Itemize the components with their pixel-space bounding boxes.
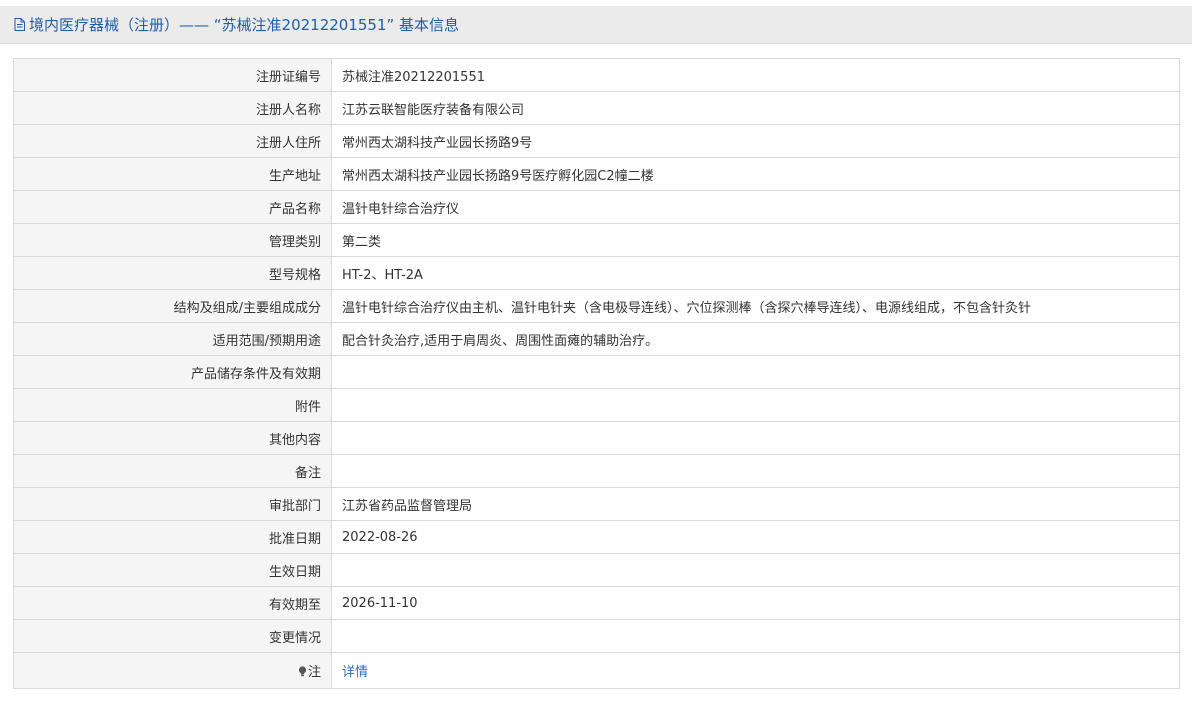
table-row: 变更情况 (13, 619, 1180, 653)
row-label: 变更情况 (13, 619, 332, 653)
row-value: 2022-08-26 (331, 520, 1180, 554)
note-label: 注 (307, 665, 321, 680)
row-label: 产品储存条件及有效期 (13, 355, 332, 389)
row-label: 批准日期 (13, 520, 332, 554)
info-table-container: 注册证编号 苏械注准20212201551 注册人名称 江苏云联智能医疗装备有限公司… (13, 58, 1180, 707)
note-row: 注 详情 (13, 652, 1180, 689)
details-link[interactable]: 详情 (342, 665, 368, 680)
table-row: 型号规格 HT-2、HT-2A (13, 256, 1180, 290)
row-value (331, 388, 1180, 422)
row-label: 附件 (13, 388, 332, 422)
row-label: 型号规格 (13, 256, 332, 290)
row-label: 注册人名称 (13, 91, 332, 125)
row-value: 温针电针综合治疗仪 (331, 190, 1180, 224)
row-value (331, 454, 1180, 488)
table-row: 管理类别 第二类 (13, 223, 1180, 257)
row-value (331, 355, 1180, 389)
row-label: 审批部门 (13, 487, 332, 521)
row-value: 配合针灸治疗,适用于肩周炎、周围性面瘫的辅助治疗。 (331, 322, 1180, 356)
row-label: 备注 (13, 454, 332, 488)
row-value: HT-2、HT-2A (331, 256, 1180, 290)
row-value: 苏械注准20212201551 (331, 58, 1180, 92)
table-row: 注册证编号 苏械注准20212201551 (13, 58, 1180, 92)
row-value: 常州西太湖科技产业园长扬路9号 (331, 124, 1180, 158)
note-label-cell: 注 (13, 652, 332, 689)
row-value (331, 553, 1180, 587)
row-label: 产品名称 (13, 190, 332, 224)
row-value: 第二类 (331, 223, 1180, 257)
table-row: 附件 (13, 388, 1180, 422)
table-row: 备注 (13, 454, 1180, 488)
table-row: 结构及组成/主要组成成分 温针电针综合治疗仪由主机、温针电针夹（含电极导连线）、穴… (13, 289, 1180, 323)
lightbulb-icon (298, 666, 307, 677)
page-header: 境内医疗器械（注册）—— “苏械注准20212201551” 基本信息 (0, 6, 1192, 44)
row-label: 适用范围/预期用途 (13, 322, 332, 356)
row-label: 有效期至 (13, 586, 332, 620)
row-value: 江苏省药品监督管理局 (331, 487, 1180, 521)
row-label: 管理类别 (13, 223, 332, 257)
page-title: 境内医疗器械（注册）—— “苏械注准20212201551” 基本信息 (29, 16, 460, 34)
note-value-cell: 详情 (331, 652, 1180, 689)
table-row: 批准日期 2022-08-26 (13, 520, 1180, 554)
info-table: 注册证编号 苏械注准20212201551 注册人名称 江苏云联智能医疗装备有限公司… (13, 58, 1180, 689)
row-label: 生效日期 (13, 553, 332, 587)
row-label: 生产地址 (13, 157, 332, 191)
row-value: 江苏云联智能医疗装备有限公司 (331, 91, 1180, 125)
row-value (331, 421, 1180, 455)
table-row: 生产地址 常州西太湖科技产业园长扬路9号医疗孵化园C2幢二楼 (13, 157, 1180, 191)
table-row: 有效期至 2026-11-10 (13, 586, 1180, 620)
table-row: 其他内容 (13, 421, 1180, 455)
row-value: 常州西太湖科技产业园长扬路9号医疗孵化园C2幢二楼 (331, 157, 1180, 191)
table-row: 适用范围/预期用途 配合针灸治疗,适用于肩周炎、周围性面瘫的辅助治疗。 (13, 322, 1180, 356)
table-row: 注册人名称 江苏云联智能医疗装备有限公司 (13, 91, 1180, 125)
row-value (331, 619, 1180, 653)
table-row: 产品储存条件及有效期 (13, 355, 1180, 389)
table-row: 生效日期 (13, 553, 1180, 587)
row-label: 注册人住所 (13, 124, 332, 158)
table-row: 注册人住所 常州西太湖科技产业园长扬路9号 (13, 124, 1180, 158)
row-label: 结构及组成/主要组成成分 (13, 289, 332, 323)
table-row: 审批部门 江苏省药品监督管理局 (13, 487, 1180, 521)
document-icon (14, 18, 25, 31)
row-label: 注册证编号 (13, 58, 332, 92)
row-value: 2026-11-10 (331, 586, 1180, 620)
row-value: 温针电针综合治疗仪由主机、温针电针夹（含电极导连线）、穴位探测棒（含探穴棒导连线… (331, 289, 1180, 323)
table-row: 产品名称 温针电针综合治疗仪 (13, 190, 1180, 224)
row-label: 其他内容 (13, 421, 332, 455)
